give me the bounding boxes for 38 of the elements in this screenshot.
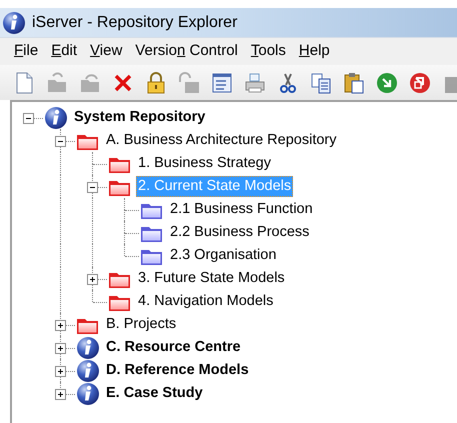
menu-item[interactable]: View bbox=[84, 40, 130, 63]
menu-item[interactable]: File bbox=[8, 40, 46, 63]
collapse-toggle[interactable] bbox=[87, 182, 98, 193]
menu-item[interactable]: Help bbox=[292, 40, 337, 63]
copy-icon[interactable] bbox=[309, 70, 333, 94]
menu-item[interactable]: Tools bbox=[244, 40, 293, 63]
tree-item[interactable]: D. Reference Models bbox=[104, 360, 251, 381]
info-icon bbox=[75, 382, 101, 404]
form-icon[interactable] bbox=[210, 70, 234, 94]
tree-item[interactable]: System Repository bbox=[72, 107, 208, 128]
tree-item[interactable]: C. Resource Centre bbox=[104, 337, 243, 358]
printer-icon[interactable] bbox=[243, 70, 267, 94]
expand-toggle[interactable] bbox=[55, 343, 66, 354]
info-icon bbox=[75, 360, 101, 382]
tree-item[interactable]: 2.1 Business Function bbox=[168, 199, 315, 220]
tree-item[interactable]: 4. Navigation Models bbox=[136, 291, 276, 312]
tree-item[interactable]: 1. Business Strategy bbox=[136, 153, 273, 174]
clipboard-icon[interactable] bbox=[342, 70, 366, 94]
expand-toggle[interactable] bbox=[87, 274, 98, 285]
collapse-toggle[interactable] bbox=[55, 136, 66, 147]
tree-item[interactable]: 3. Future State Models bbox=[136, 268, 287, 289]
tree-item[interactable]: E. Case Study bbox=[104, 383, 205, 404]
tree-item[interactable]: A. Business Architecture Repository bbox=[104, 130, 338, 151]
info-icon bbox=[43, 106, 69, 128]
menu-item[interactable]: Edit bbox=[45, 40, 84, 63]
expand-toggle[interactable] bbox=[55, 366, 66, 377]
collapse-toggle[interactable] bbox=[23, 113, 34, 124]
tree-item[interactable]: B. Projects bbox=[104, 314, 178, 335]
info-icon bbox=[75, 336, 101, 358]
expand-toggle[interactable] bbox=[55, 389, 66, 400]
arrow-icon[interactable] bbox=[408, 70, 432, 94]
expand-toggle[interactable] bbox=[55, 320, 66, 331]
window-title: iServer - Repository Explorer bbox=[32, 12, 238, 32]
tree-item[interactable]: 2.2 Business Process bbox=[168, 222, 312, 243]
tree-item[interactable]: 2.3 Organisation bbox=[168, 245, 278, 266]
arrow-icon[interactable] bbox=[375, 70, 399, 94]
menu-item[interactable]: Version Control bbox=[129, 40, 245, 63]
app-info-icon bbox=[2, 10, 26, 34]
